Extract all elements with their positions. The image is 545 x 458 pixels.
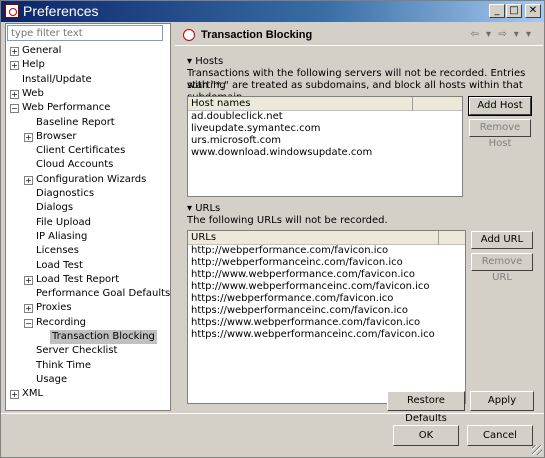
header-divider [175,45,543,46]
tree-item-label: Configuration Wizards [36,173,147,185]
column-divider [412,97,413,111]
window-title: Preferences [23,3,99,19]
host-row[interactable]: urs.microsoft.com [188,135,462,147]
remove-host-button[interactable]: Remove Host [469,119,531,149]
url-row[interactable]: https://webperformanceinc.com/favicon.ic… [188,305,465,317]
hosts-table[interactable]: Host names ad.doubleclick.net liveupdate.… [187,96,463,197]
tree-item-label: Baseline Report [36,116,115,128]
tree-item-label: Web [22,87,44,99]
add-host-button[interactable]: Add Host [468,96,532,116]
footer-divider [1,413,544,414]
tree-item-label: Usage [36,373,68,385]
url-row[interactable]: https://www.webperformance.com/favicon.i… [188,317,465,329]
page-pane: Transaction Blocking ⇦ ▾ ⇨ ▾ ▾ ▾ Hosts T… [175,23,543,424]
expand-icon[interactable]: + [24,304,33,314]
tree-item-label: IP Aliasing [36,230,88,242]
expand-icon[interactable]: + [24,132,33,142]
urls-table[interactable]: URLs http://webperformance.com/favicon.i… [187,230,466,404]
page-title: Transaction Blocking [201,29,313,41]
add-url-button[interactable]: Add URL [471,231,533,249]
expand-icon[interactable]: + [24,175,33,185]
url-row[interactable]: http://www.webperformanceinc.com/favicon… [188,281,465,293]
maximize-button[interactable]: □ [506,4,522,18]
tree-item-label: Think Time [36,359,92,371]
collapse-icon[interactable]: − [24,318,33,328]
tree-item-label: Transaction Blocking [50,330,157,344]
remove-url-button[interactable]: Remove URL [471,253,533,283]
title-bar[interactable]: Preferences _ □ ✕ [1,1,544,22]
transaction-blocking-icon [183,29,195,41]
urls-section-toggle[interactable]: ▾ URLs [187,203,220,214]
hosts-column-header[interactable]: Host names [188,97,462,111]
url-row[interactable]: https://webperformance.com/favicon.ico [188,293,465,305]
tree-item-label: XML [22,388,44,400]
host-row[interactable]: www.download.windowsupdate.com [188,147,462,159]
expand-icon[interactable]: + [10,47,19,56]
cancel-button[interactable]: Cancel [467,425,533,446]
urls-column-header-label: URLs [191,232,217,243]
expand-icon[interactable]: + [24,275,33,285]
url-row[interactable]: http://www.webperformance.com/favicon.ic… [188,269,465,281]
apply-button[interactable]: Apply [470,391,534,411]
expand-icon[interactable]: + [10,61,19,71]
hosts-section-toggle[interactable]: ▾ Hosts [187,56,223,67]
tree-item-label: Performance Goal Defaults [36,288,171,300]
resize-grip-icon[interactable] [532,445,542,455]
tree-item-label: Licenses [36,245,79,257]
history-nav-icons[interactable]: ⇦ ▾ ⇨ ▾ ▾ [470,29,533,40]
urls-section-label: URLs [195,203,221,214]
tree-item-label: General [22,45,62,56]
tree-item-label: Server Checklist [36,345,118,357]
expand-icon[interactable]: + [10,390,19,400]
app-icon [5,4,19,18]
column-divider [438,231,439,245]
url-row[interactable]: http://webperformance.com/favicon.ico [188,245,465,257]
hosts-column-header-label: Host names [191,98,251,109]
tree-item-label: Dialogs [36,202,74,214]
tree-item-label: Proxies [36,302,72,314]
tree-item-label: Load Test [36,259,83,271]
tree-item-label: Help [22,59,45,71]
tree-item-label: Client Certificates [36,145,126,157]
url-row[interactable]: https://www.webperformanceinc.com/favico… [188,329,465,341]
restore-defaults-button[interactable]: Restore Defaults [387,391,465,424]
hosts-section-label: Hosts [195,56,224,67]
urls-description: The following URLs will not be recorded. [187,215,388,226]
urls-column-header[interactable]: URLs [188,231,465,245]
tree-item-label: Load Test Report [36,273,120,285]
tree-item-label: Diagnostics [36,188,95,199]
expand-icon[interactable]: + [10,89,19,99]
host-row[interactable]: liveupdate.symantec.com [188,123,462,135]
tree-item-label: Cloud Accounts [36,159,114,171]
tree-item-label: Recording [36,316,87,328]
ok-button[interactable]: OK [393,425,459,446]
host-row[interactable]: ad.doubleclick.net [188,111,462,123]
url-row[interactable]: http://webperformanceinc.com/favicon.ico [188,257,465,269]
tree-item-label: Web Performance [22,102,111,114]
tree-item-label: File Upload [36,216,91,228]
close-button[interactable]: ✕ [525,4,541,18]
collapse-icon[interactable]: − [10,104,19,114]
filter-input[interactable] [7,25,163,41]
preferences-window: Preferences _ □ ✕ +General+HelpInstall/U… [0,0,545,458]
tree-item-label: Browser [36,130,77,142]
tree-item-label: Install/Update [22,73,92,85]
minimize-button[interactable]: _ [489,4,505,18]
